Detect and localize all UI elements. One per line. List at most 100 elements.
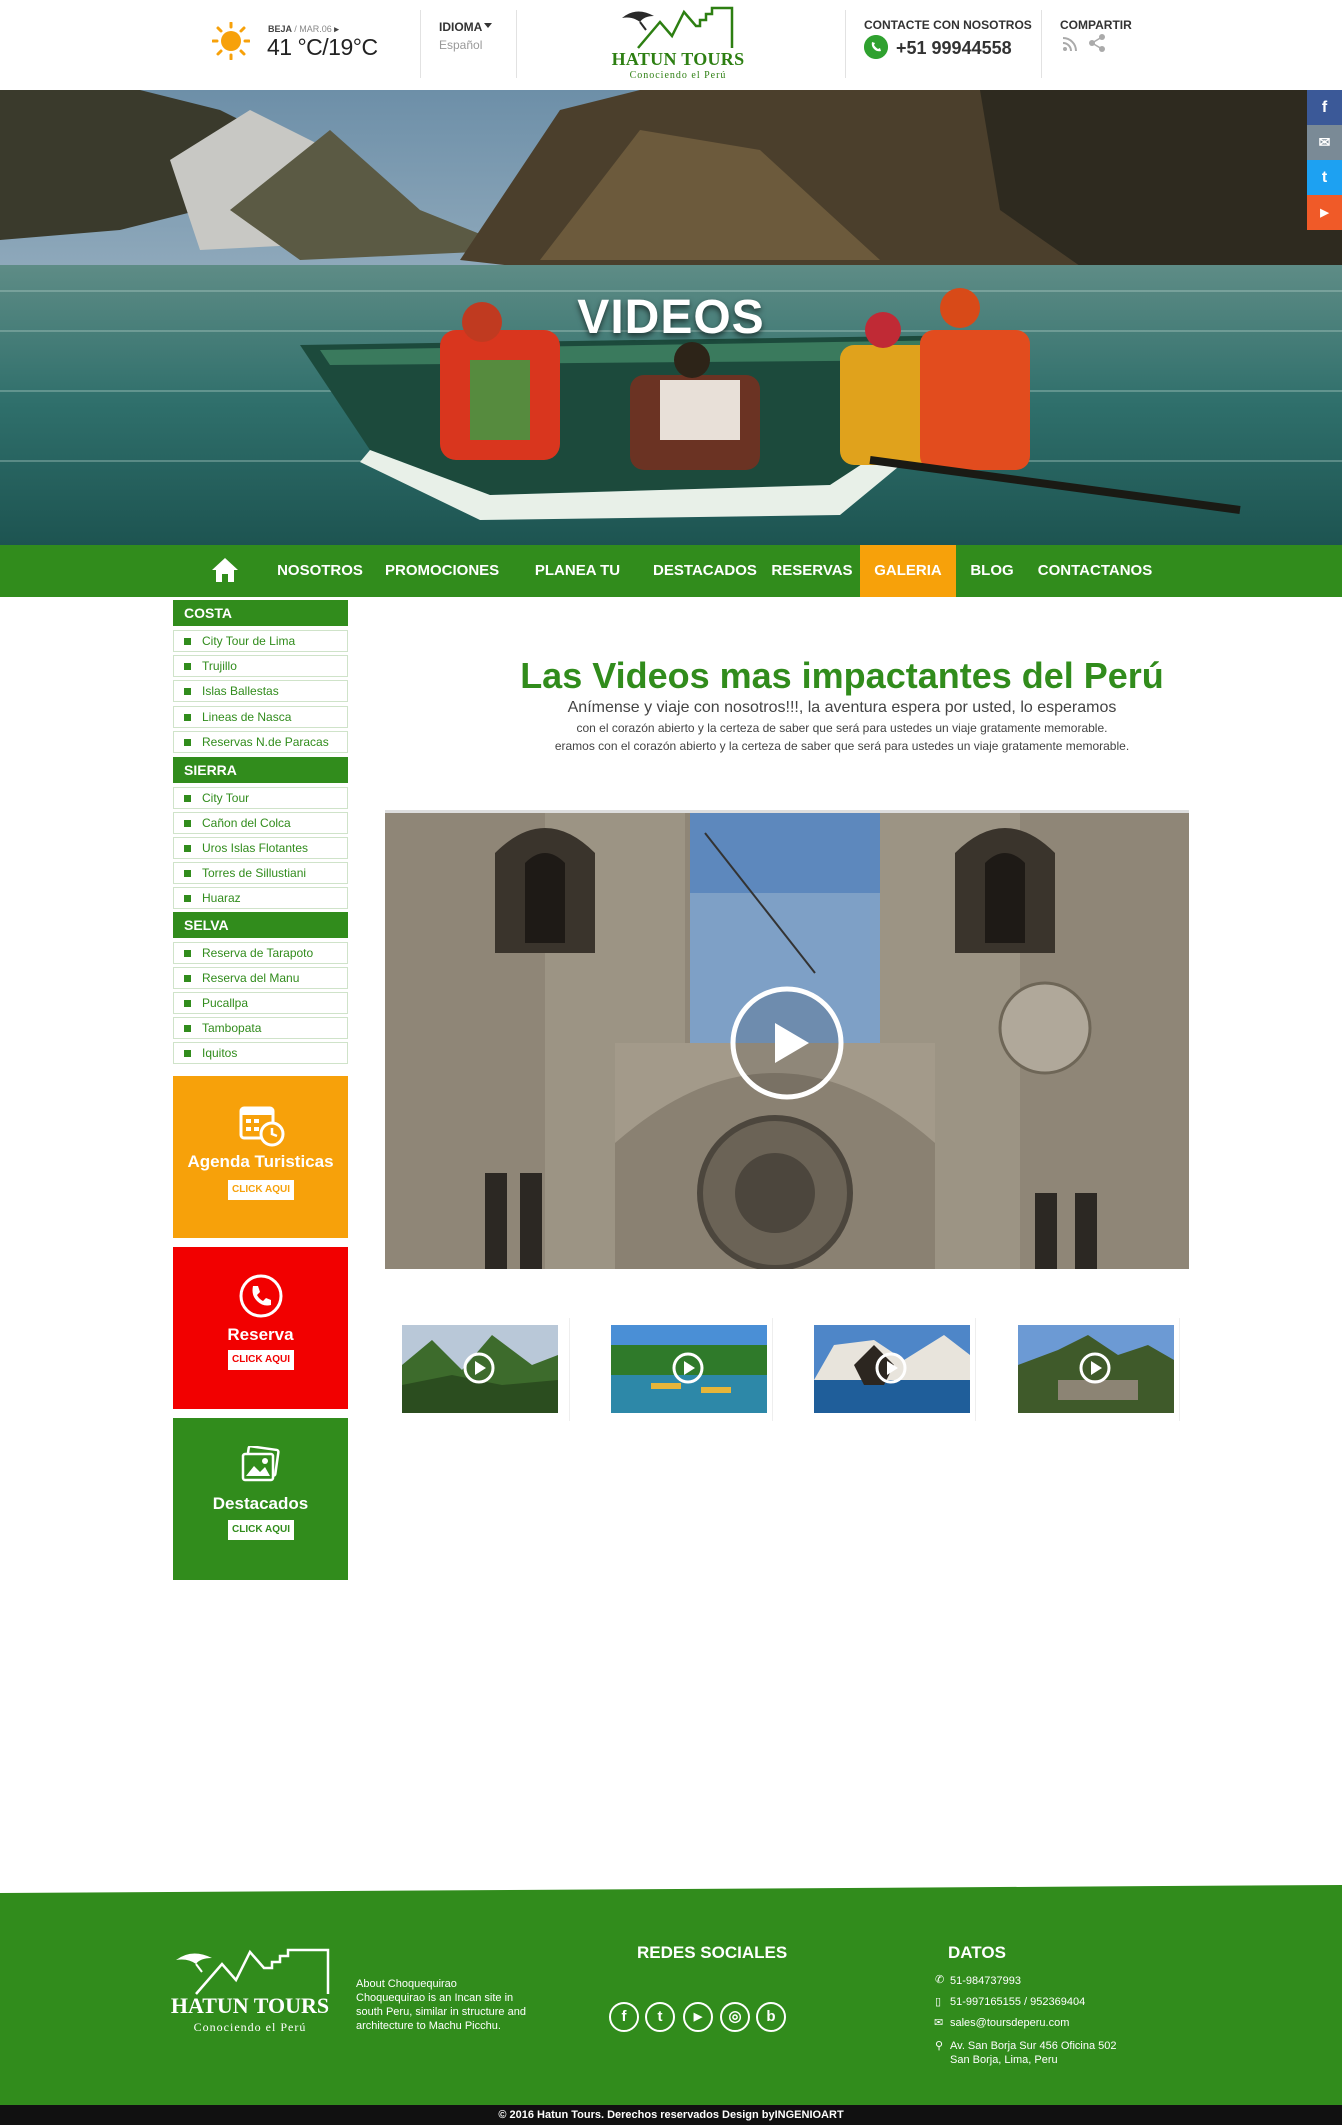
bullet-icon (184, 688, 191, 695)
twitter-icon[interactable]: t (1307, 160, 1342, 195)
play-icon[interactable] (729, 985, 845, 1101)
click-aqui-button[interactable]: CLICK AQUI (228, 1350, 294, 1370)
sidebar-item-label: Cañon del Colca (202, 816, 291, 830)
sidebar-item[interactable]: Reservas N.de Paracas (173, 731, 348, 753)
sidebar-item-label: Torres de Sillustiani (202, 866, 307, 880)
bullet-icon (184, 638, 191, 645)
click-aqui-button[interactable]: CLICK AQUI (228, 1520, 294, 1540)
video-player[interactable] (385, 813, 1189, 1269)
play-icon[interactable] (874, 1351, 908, 1385)
video-thumbnail[interactable] (1010, 1318, 1180, 1421)
nav-planea-tu-viaje[interactable]: PLANEA TU VIAJE (515, 545, 640, 631)
nav-blog[interactable]: BLOG (962, 545, 1022, 597)
blogger-icon[interactable]: b (756, 2002, 786, 2032)
hero-title: VIDEOS (577, 291, 765, 344)
category-selva[interactable]: SELVA (173, 912, 348, 938)
whatsapp-icon (864, 35, 888, 59)
category-sierra[interactable]: SIERRA (173, 757, 348, 783)
youtube-icon[interactable]: ▶ (683, 2002, 713, 2032)
intro-line: con el corazón abierto y la certeza de s… (576, 721, 1108, 735)
play-icon[interactable] (671, 1351, 705, 1385)
nav-promociones[interactable]: PROMOCIONES (385, 545, 499, 597)
divider (1041, 10, 1042, 78)
sidebar-item-label: Pucallpa (202, 996, 249, 1010)
youtube-icon[interactable]: ▶ (1307, 195, 1342, 230)
sidebar-item[interactable]: Huaraz (173, 887, 348, 909)
bullet-icon (184, 845, 191, 852)
sidebar-item[interactable]: Uros Islas Flotantes (173, 837, 348, 859)
bullet-icon (184, 820, 191, 827)
footer-data-title: DATOS (948, 1943, 1006, 1962)
sidebar-item-label: Lineas de Nasca (202, 710, 292, 724)
divider (420, 10, 421, 78)
sidebar-item-label: City Tour (202, 791, 250, 805)
language-value[interactable]: Español (439, 38, 482, 52)
chevron-down-icon[interactable] (484, 23, 492, 28)
copyright-bar: © 2016 Hatun Tours. Derechos reservados … (0, 2105, 1342, 2125)
footer-email[interactable]: sales@toursdeperu.com (950, 2016, 1069, 2030)
sidebar-item[interactable]: City Tour de Lima (173, 630, 348, 652)
promo-reserva[interactable]: Reserva CLICK AQUI (173, 1247, 348, 1409)
home-icon[interactable] (210, 556, 240, 584)
nav-destacados[interactable]: DESTACADOS (652, 545, 758, 597)
play-icon[interactable] (1078, 1351, 1112, 1385)
top-header: BEJA / MAR.06 ▸ 41 °C/19°C IDIOMA Españo… (0, 0, 1342, 90)
twitter-icon[interactable]: t (645, 2002, 675, 2032)
sidebar-item[interactable]: Reserva del Manu (173, 967, 348, 989)
share-icon[interactable] (1088, 34, 1106, 52)
promo-destacados[interactable]: Destacados CLICK AQUI (173, 1418, 348, 1580)
rss-icon[interactable] (1062, 36, 1078, 52)
nav-galeria[interactable]: GALERIA (860, 545, 956, 597)
instagram-icon[interactable]: ◎ (720, 2002, 750, 2032)
footer-logo-tagline: Conociendo el Perú (193, 2020, 307, 2034)
video-thumbnail[interactable] (400, 1318, 570, 1421)
sidebar-item[interactable]: Tambopata (173, 1017, 348, 1039)
language-selector[interactable]: IDIOMA (439, 20, 482, 34)
sidebar-item[interactable]: Pucallpa (173, 992, 348, 1014)
phone-icon: ✆ (935, 1974, 945, 1986)
sun-icon (212, 22, 250, 60)
bullet-icon (184, 895, 191, 902)
footer-address: Av. San Borja Sur 456 Oficina 502 San Bo… (950, 2040, 1117, 2066)
weather-temperature: 41 °C/19°C (267, 34, 378, 60)
video-thumbnail[interactable] (806, 1318, 976, 1421)
play-icon[interactable] (462, 1351, 496, 1385)
sidebar-item[interactable]: Lineas de Nasca (173, 706, 348, 728)
footer-phone2[interactable]: 51-997165155 / 952369404 (950, 1995, 1085, 2009)
page-subtitle: Anímense y viaje con nosotros!!!, la ave… (567, 699, 1117, 716)
nav-reservas[interactable]: RESERVAS (770, 545, 854, 597)
bullet-icon (184, 714, 191, 721)
sidebar-item[interactable]: Reserva de Tarapoto (173, 942, 348, 964)
mail-icon: ✉ (934, 2017, 944, 2029)
page-title: Las Videos mas impactantes del Perú (520, 655, 1164, 696)
sidebar-item[interactable]: Torres de Sillustiani (173, 862, 348, 884)
footer-phone1[interactable]: 51-984737993 (950, 1974, 1021, 1988)
sidebar-item[interactable]: City Tour (173, 787, 348, 809)
category-costa[interactable]: COSTA (173, 600, 348, 626)
video-thumbnail[interactable] (603, 1318, 773, 1421)
promo-title: Reserva (227, 1325, 294, 1344)
bullet-icon (184, 663, 191, 670)
phone-icon (239, 1274, 283, 1318)
sidebar-item-label: Islas Ballestas (202, 684, 279, 698)
nav-nosotros[interactable]: NOSOTROS (270, 545, 370, 597)
divider (516, 10, 517, 78)
sidebar-item[interactable]: Cañon del Colca (173, 812, 348, 834)
sidebar-item-label: Reserva de Tarapoto (202, 946, 314, 960)
sidebar-item[interactable]: Iquitos (173, 1042, 348, 1064)
footer-about: About Choquequirao Choquequirao is an In… (356, 1978, 526, 2032)
photos-icon (241, 1446, 280, 1482)
sidebar-item[interactable]: Islas Ballestas (173, 680, 348, 702)
nav-contactanos[interactable]: CONTACTANOS (1035, 545, 1155, 597)
facebook-icon[interactable]: f (609, 2002, 639, 2032)
sidebar-item-label: Tambopata (202, 1021, 262, 1035)
click-aqui-button[interactable]: CLICK AQUI (228, 1180, 294, 1200)
mail-icon[interactable]: ✉ (1307, 125, 1342, 160)
facebook-icon[interactable]: f (1307, 90, 1342, 125)
promo-agenda-turisticas[interactable]: Agenda Turisticas CLICK AQUI (173, 1076, 348, 1238)
footer-social-title: REDES SOCIALES (637, 1943, 788, 1962)
sidebar-item-label: Uros Islas Flotantes (202, 841, 309, 855)
sidebar-item[interactable]: Trujillo (173, 655, 348, 677)
bullet-icon (184, 870, 191, 877)
contact-phone[interactable]: +51 99944558 (896, 38, 1012, 59)
